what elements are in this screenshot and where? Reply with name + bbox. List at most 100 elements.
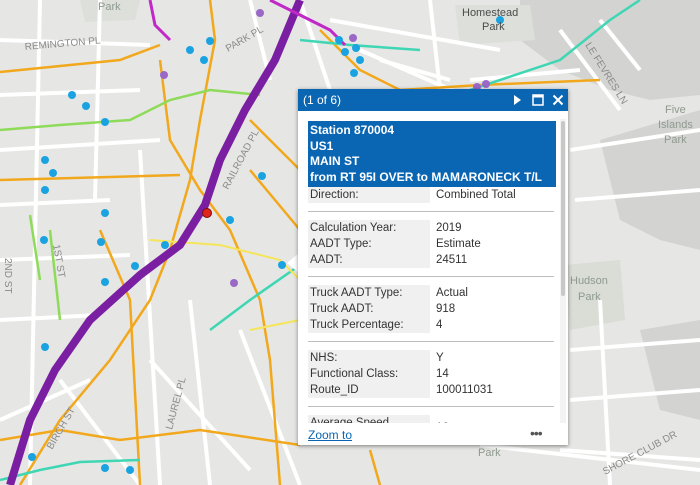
field-value: Estimate <box>436 238 481 250</box>
station-point <box>349 34 357 42</box>
station-point <box>49 169 57 177</box>
field-value: 918 <box>436 303 456 315</box>
feature-popup: (1 of 6) Station 870004 US1 MAIN ST from… <box>298 89 568 445</box>
attribute-row: Direction: Combined Total <box>308 187 554 203</box>
station-point <box>28 453 36 461</box>
station-point <box>101 209 109 217</box>
water-area-southeast <box>640 320 700 420</box>
field-label: NHS: <box>308 350 430 366</box>
attribute-row: AADT Type: Estimate <box>308 236 554 252</box>
popup-footer: Zoom to ••• <box>298 425 568 445</box>
field-value: 4 <box>436 319 443 331</box>
title-line: Station 870004 <box>310 123 395 137</box>
station-point <box>131 262 139 270</box>
attribute-row: Calculation Year: 2019 <box>308 220 554 236</box>
more-options-button[interactable]: ••• <box>530 425 543 441</box>
park-label: Park <box>578 291 601 303</box>
popup-content[interactable]: Station 870004 US1 MAIN ST from RT 95I O… <box>298 111 568 423</box>
station-point <box>41 186 49 194</box>
field-value: Actual <box>436 287 468 299</box>
field-label: Functional Class: <box>308 366 430 382</box>
attribute-row: Route_ID 100011031 <box>308 382 554 398</box>
homestead-label: Homestead <box>462 7 518 19</box>
divider <box>308 211 554 212</box>
attribute-row: AADT: 24511 <box>308 252 554 268</box>
station-point <box>41 343 49 351</box>
field-label: Truck Percentage: <box>308 317 430 333</box>
attribute-row: Truck AADT Type: Actual <box>308 285 554 301</box>
station-point <box>97 238 105 246</box>
attribute-row: NHS: Y <box>308 350 554 366</box>
station-point <box>335 36 343 44</box>
station-title: Station 870004 US1 MAIN ST from RT 95I O… <box>308 121 556 187</box>
station-point <box>68 91 76 99</box>
selected-station-marker[interactable] <box>202 208 212 218</box>
station-point <box>352 44 360 52</box>
attribute-row: Functional Class: 14 <box>308 366 554 382</box>
highway-ramp <box>148 0 172 42</box>
station-point <box>186 46 194 54</box>
maximize-icon[interactable] <box>530 92 546 108</box>
title-line: from RT 95I OVER to MAMARONECK T/L <box>310 169 543 184</box>
street-label: REMINGTON PL <box>24 35 101 53</box>
park-label: Hudson <box>570 275 608 287</box>
park-label: Park <box>478 447 501 459</box>
station-point <box>206 37 214 45</box>
title-line: MAIN ST <box>310 154 360 168</box>
field-label: Average Speed <box>308 415 430 423</box>
station-point <box>258 172 266 180</box>
field-value: 24511 <box>436 254 468 266</box>
field-value: 14 <box>436 368 449 380</box>
station-point <box>356 56 364 64</box>
popup-scroll-thumb[interactable] <box>561 121 565 296</box>
popup-header: (1 of 6) <box>298 89 568 111</box>
divider <box>308 406 554 407</box>
title-line: US1 <box>310 138 334 153</box>
field-value: Y <box>436 352 444 364</box>
field-value: Combined Total <box>436 189 516 201</box>
station-point <box>101 118 109 126</box>
station-point <box>101 278 109 286</box>
park-label: Islands <box>658 119 693 131</box>
divider <box>308 341 554 342</box>
zoom-to-link[interactable]: Zoom to <box>308 428 352 442</box>
street-label: LAUREL PL <box>164 376 189 431</box>
field-value: 100011031 <box>436 384 493 396</box>
street-label: 2ND ST <box>2 258 13 294</box>
field-value: 2019 <box>436 222 462 234</box>
attribute-row: Average Speed 16 <box>308 415 554 423</box>
station-point <box>41 156 49 164</box>
field-label: Direction: <box>308 187 430 203</box>
park-label: Park <box>664 134 687 146</box>
field-label: Calculation Year: <box>308 220 430 236</box>
field-label: Truck AADT Type: <box>308 285 430 301</box>
station-point <box>230 279 238 287</box>
direction-section: Direction: Combined Total Calculation Ye… <box>308 187 554 423</box>
close-icon[interactable] <box>550 92 566 108</box>
station-point <box>126 466 134 474</box>
station-point <box>101 464 109 472</box>
play-next-icon[interactable] <box>509 92 525 108</box>
feature-count: (1 of 6) <box>303 93 342 107</box>
station-point <box>200 56 208 64</box>
field-label: AADT: <box>308 252 430 268</box>
street-label: BIRCH ST <box>45 406 78 452</box>
field-label: Route_ID <box>308 382 430 398</box>
attribute-row: Truck AADT: 918 <box>308 301 554 317</box>
attribute-row: Truck Percentage: 4 <box>308 317 554 333</box>
park-label: Five <box>665 104 686 116</box>
station-point <box>482 80 490 88</box>
divider <box>308 276 554 277</box>
station-point <box>82 102 90 110</box>
station-point <box>278 261 286 269</box>
field-label: AADT Type: <box>308 236 430 252</box>
station-point <box>161 241 169 249</box>
park-label: Park <box>98 1 121 13</box>
field-label: Truck AADT: <box>308 301 430 317</box>
station-point <box>341 48 349 56</box>
station-point <box>256 9 264 17</box>
field-value: 16 <box>430 415 449 423</box>
homestead-park-label: Park <box>482 21 505 33</box>
station-point <box>226 216 234 224</box>
station-point <box>40 236 48 244</box>
